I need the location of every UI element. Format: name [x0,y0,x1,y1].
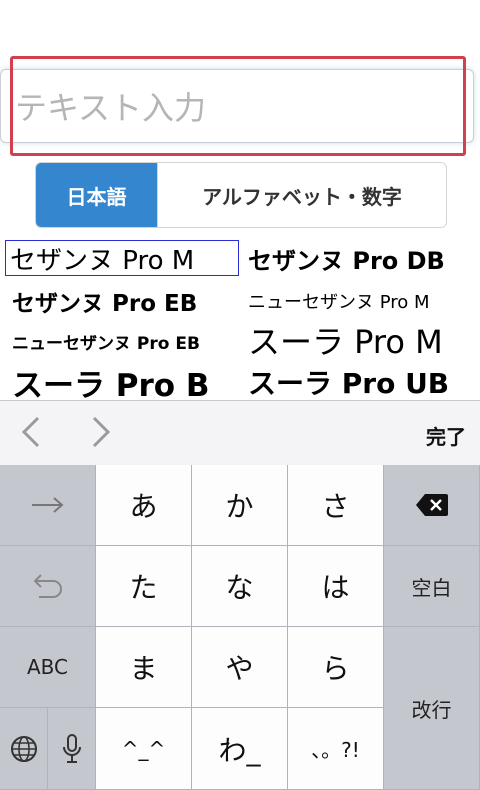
font-option[interactable]: ニューセザンヌ Pro M [248,284,430,318]
input-highlight-frame [10,56,466,156]
font-option[interactable]: セザンヌ Pro M [5,240,239,276]
delete-key[interactable] [384,465,480,546]
font-option[interactable]: スーラ Pro B [12,362,210,404]
abc-key[interactable]: ABC [0,627,96,708]
segment-alphanumeric[interactable]: アルファベット・数字 [157,163,446,227]
font-option[interactable]: スーラ Pro M [248,320,443,361]
script-segmented-control: 日本語 アルファベット・数字 [35,162,447,228]
text-input-area [0,56,480,156]
next-arrow-key[interactable] [0,465,96,546]
kana-key-a[interactable]: あ [96,465,192,546]
kana-key-ta[interactable]: た [96,546,192,627]
kana-key-ya[interactable]: や [192,627,288,708]
font-option[interactable]: スーラ Pro UB [248,362,449,402]
emoticon-key[interactable]: ^_^ [96,708,192,790]
japanese-kana-keyboard: ABC あ か さ た な は ま や ら ^_^ わ_ 、。?! 空白 改行 [0,465,480,790]
kana-key-ka[interactable]: か [192,465,288,546]
kana-key-sa[interactable]: さ [288,465,384,546]
font-list: セザンヌ Pro M セザンヌ Pro DB セザンヌ Pro EB ニューセザ… [0,236,480,404]
space-key[interactable]: 空白 [384,546,480,627]
kana-key-na[interactable]: な [192,546,288,627]
keyboard-accessory-bar: 完了 [0,400,480,465]
undo-key[interactable] [0,546,96,627]
chevron-right-icon[interactable] [86,415,114,449]
arrow-right-icon [31,497,64,513]
kana-key-ma[interactable]: ま [96,627,192,708]
microphone-key[interactable] [48,708,96,790]
backspace-icon [415,494,448,516]
font-option[interactable]: セザンヌ Pro EB [12,284,197,318]
kana-key-ha[interactable]: は [288,546,384,627]
segment-japanese[interactable]: 日本語 [36,163,157,227]
done-button[interactable]: 完了 [426,421,466,450]
globe-icon [10,735,37,762]
punctuation-key[interactable]: 、。?! [288,708,384,790]
globe-key[interactable] [0,708,48,790]
kana-key-wa[interactable]: わ_ [192,708,288,790]
microphone-icon [62,733,81,763]
return-key[interactable]: 改行 [384,627,480,790]
kana-key-ra[interactable]: ら [288,627,384,708]
undo-icon [33,574,62,598]
font-option[interactable]: セザンヌ Pro DB [248,240,445,276]
font-option[interactable]: ニューセザンヌ Pro EB [12,326,200,356]
chevron-left-icon[interactable] [18,415,46,449]
